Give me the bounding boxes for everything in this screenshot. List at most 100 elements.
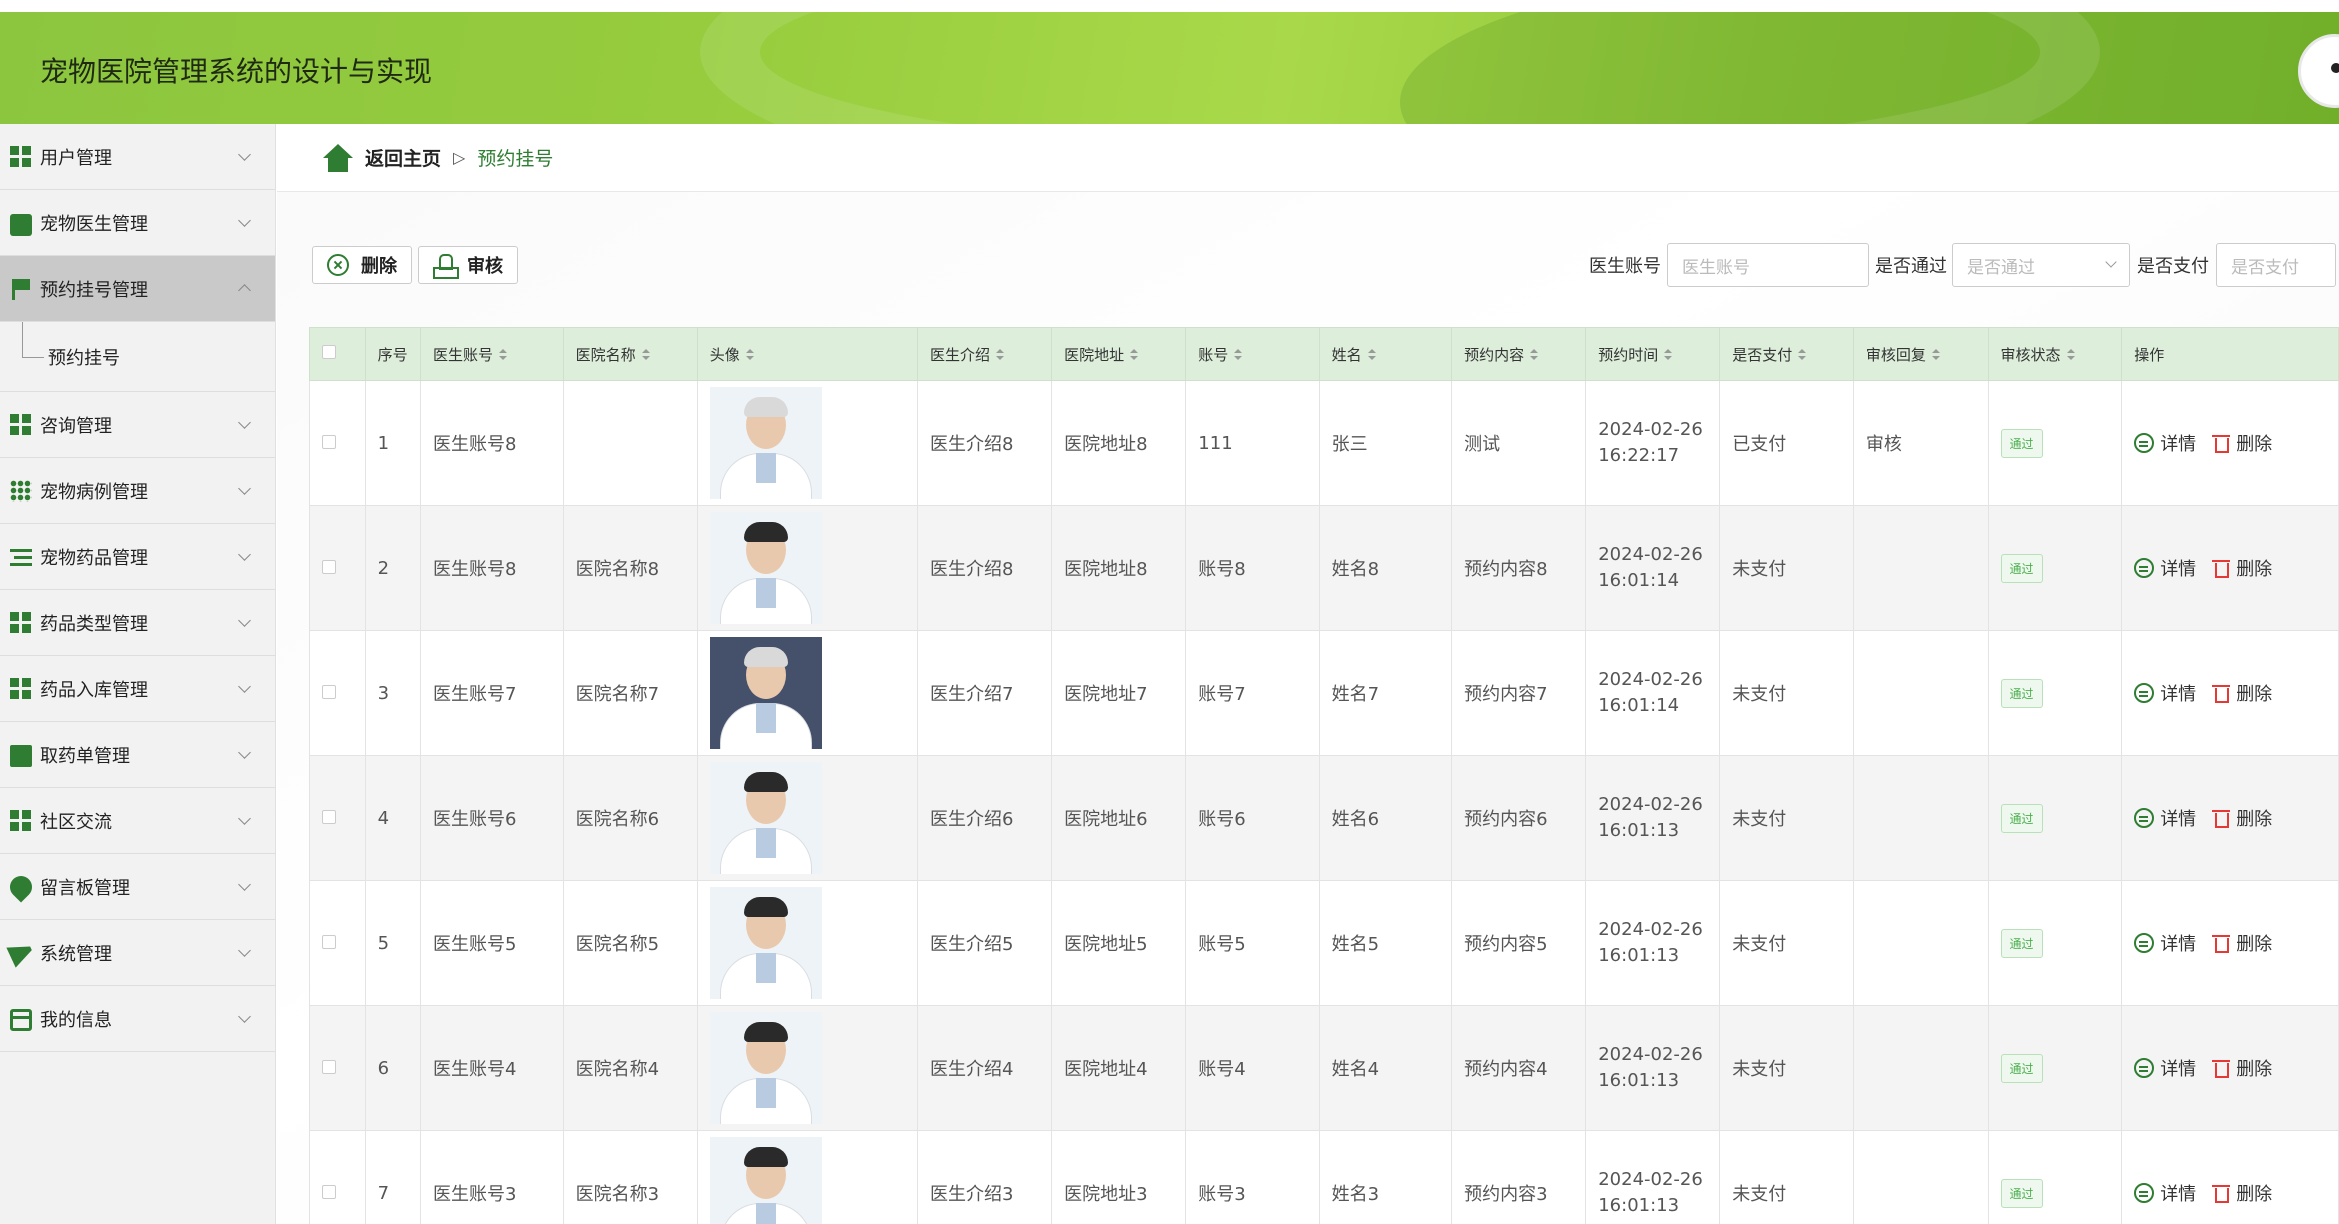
passed-select[interactable]: 是否通过: [1952, 243, 2130, 287]
sidebar-item-cases[interactable]: 宠物病例管理: [0, 458, 275, 524]
doctor-photo[interactable]: [709, 637, 822, 749]
sidebar-item-medicine[interactable]: 宠物药品管理: [0, 524, 275, 590]
sidebar-item-doctors[interactable]: 宠物医生管理: [0, 190, 275, 256]
sort-icon[interactable]: [1234, 349, 1243, 361]
table-row[interactable]: 6 医生账号4 医院名称4 医生介绍4 医院地址4 账号4 姓名4 预约内容4 2024-02-…: [309, 1005, 2339, 1131]
column-header[interactable]: 医院地址: [1051, 327, 1187, 381]
sidebar-item-messages[interactable]: 留言板管理: [0, 854, 275, 920]
sort-icon[interactable]: [996, 349, 1005, 361]
select-all-checkbox[interactable]: [322, 345, 336, 359]
column-header[interactable]: 医院名称: [562, 327, 698, 381]
hospital-address-cell: 医院地址5: [1051, 880, 1187, 1006]
sort-icon[interactable]: [1530, 349, 1539, 361]
detail-button[interactable]: 详情: [2134, 555, 2196, 581]
doctor-photo[interactable]: [709, 762, 822, 874]
column-header[interactable]: 审核回复: [1852, 327, 1989, 381]
row-select-cell[interactable]: [309, 1005, 366, 1131]
column-header[interactable]: 审核状态: [1987, 327, 2123, 381]
table-row[interactable]: 4 医生账号6 医院名称6 医生介绍6 医院地址6 账号6 姓名6 预约内容6 2024-02-…: [309, 755, 2339, 881]
column-header[interactable]: 预约时间: [1585, 327, 1721, 381]
detail-button[interactable]: 详情: [2134, 680, 2196, 706]
row-delete-button[interactable]: 删除: [2212, 430, 2272, 456]
doctor-photo[interactable]: [709, 887, 822, 999]
select-all-cell[interactable]: [309, 327, 366, 381]
doctor-account-input[interactable]: 医生账号: [1667, 243, 1869, 287]
column-header[interactable]: 医生介绍: [917, 327, 1053, 381]
doctor-photo[interactable]: [709, 1137, 822, 1224]
row-select-cell[interactable]: [309, 505, 366, 631]
sidebar-item-stock-in[interactable]: 药品入库管理: [0, 656, 275, 722]
sort-icon[interactable]: [745, 349, 754, 361]
row-checkbox[interactable]: [322, 1184, 336, 1199]
row-delete-button[interactable]: 删除: [2212, 930, 2272, 956]
row-delete-button[interactable]: 删除: [2212, 1055, 2272, 1081]
table-row[interactable]: 5 医生账号5 医院名称5 医生介绍5 医院地址5 账号5 姓名5 预约内容5 2024-02-…: [309, 880, 2339, 1006]
row-select-cell[interactable]: [309, 880, 366, 1006]
sort-icon[interactable]: [1130, 349, 1139, 361]
sidebar-subitem-appointment[interactable]: 预约挂号: [0, 322, 275, 392]
detail-button[interactable]: 详情: [2134, 430, 2196, 456]
row-delete-button[interactable]: 删除: [2212, 555, 2272, 581]
row-checkbox[interactable]: [322, 434, 336, 449]
row-delete-button[interactable]: 删除: [2212, 680, 2272, 706]
row-delete-button[interactable]: 删除: [2212, 805, 2272, 831]
table-row[interactable]: 7 医生账号3 医院名称3 医生介绍3 医院地址3 账号3 姓名3 预约内容3 2024-02-…: [309, 1130, 2339, 1224]
sidebar-item-profile[interactable]: 我的信息: [0, 986, 275, 1052]
row-checkbox[interactable]: [322, 684, 336, 699]
delete-button[interactable]: 删除: [312, 246, 412, 284]
stamp-icon: [433, 254, 459, 279]
sidebar-item-appointments[interactable]: 预约挂号管理: [0, 256, 275, 322]
column-header[interactable]: 头像: [696, 327, 919, 381]
sidebar-item-users[interactable]: 用户管理: [0, 124, 275, 190]
reply-cell: [1852, 1005, 1989, 1131]
doctor-account-cell: 医生账号7: [419, 630, 564, 756]
row-checkbox[interactable]: [322, 1059, 336, 1074]
column-header[interactable]: 医生账号: [419, 327, 564, 381]
sort-icon[interactable]: [1931, 349, 1940, 361]
sort-icon[interactable]: [1367, 349, 1376, 361]
row-select-cell[interactable]: [309, 380, 366, 506]
detail-button[interactable]: 详情: [2134, 930, 2196, 956]
row-number: 4: [364, 755, 421, 881]
sort-icon[interactable]: [498, 349, 507, 361]
column-header[interactable]: 是否支付: [1719, 327, 1854, 381]
column-header[interactable]: 姓名: [1318, 327, 1453, 381]
row-checkbox[interactable]: [322, 934, 336, 949]
detail-icon: [2134, 433, 2155, 453]
detail-button[interactable]: 详情: [2134, 1180, 2196, 1206]
sort-icon[interactable]: [2066, 349, 2075, 361]
detail-button[interactable]: 详情: [2134, 1055, 2196, 1081]
sidebar-item-community[interactable]: 社区交流: [0, 788, 275, 854]
column-header[interactable]: 账号: [1185, 327, 1320, 381]
grid-icon: [10, 809, 32, 832]
doctor-photo[interactable]: [709, 1012, 822, 1124]
row-checkbox[interactable]: [322, 559, 336, 574]
column-header[interactable]: 预约内容: [1451, 327, 1587, 381]
paid-select[interactable]: 是否支付: [2216, 243, 2336, 287]
breadcrumb-home-link[interactable]: 返回主页: [365, 144, 441, 171]
row-select-cell[interactable]: [309, 1130, 366, 1224]
appointment-time-cell: 2024-02-26 16:01:14: [1585, 505, 1721, 631]
sort-icon[interactable]: [1664, 349, 1673, 361]
table-row[interactable]: 2 医生账号8 医院名称8 医生介绍8 医院地址8 账号8 姓名8 预约内容8 2024-02-…: [309, 505, 2339, 631]
sidebar-item-consult[interactable]: 咨询管理: [0, 392, 275, 458]
status-badge: 通过: [2000, 803, 2043, 833]
sidebar-item-medicine-types[interactable]: 药品类型管理: [0, 590, 275, 656]
detail-button[interactable]: 详情: [2134, 805, 2196, 831]
doctor-photo[interactable]: [709, 512, 822, 624]
appointment-date: 2024-02-26: [1598, 794, 1703, 815]
table-row[interactable]: 3 医生账号7 医院名称7 医生介绍7 医院地址7 账号7 姓名7 预约内容7 2024-02-…: [309, 630, 2339, 756]
sidebar-item-label: 我的信息: [40, 1009, 112, 1031]
row-select-cell[interactable]: [309, 755, 366, 881]
sidebar-item-pickup[interactable]: 取药单管理: [0, 722, 275, 788]
table-row[interactable]: 1 医生账号8 医生介绍8 医院地址8 111 张三 测试 2024-02-26 16:22:1…: [309, 380, 2339, 506]
row-select-cell[interactable]: [309, 630, 366, 756]
status-cell: 通过: [1987, 1130, 2123, 1224]
sidebar-item-system[interactable]: 系统管理: [0, 920, 275, 986]
doctor-photo[interactable]: [709, 387, 822, 499]
audit-button[interactable]: 审核: [418, 246, 518, 284]
sort-icon[interactable]: [1798, 349, 1807, 361]
row-delete-button[interactable]: 删除: [2212, 1180, 2272, 1206]
row-checkbox[interactable]: [322, 809, 336, 824]
sort-icon[interactable]: [641, 349, 650, 361]
